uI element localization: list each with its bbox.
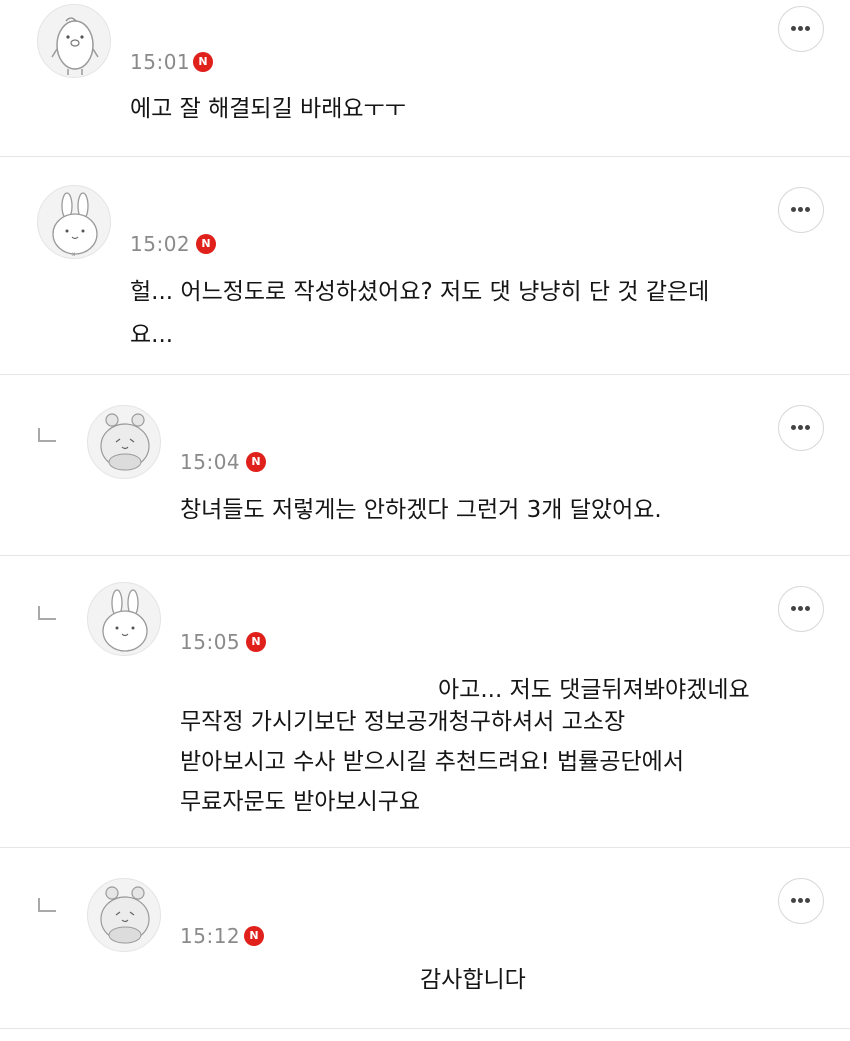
- comment-text: 헐... 어느정도로 작성하셨어요? 저도 댓 냥냥히 단 것 같은데: [130, 279, 710, 305]
- comment-text: 받아보시고 수사 받으시길 추천드려요! 법률공단에서: [180, 749, 684, 775]
- dot-icon: [791, 898, 796, 903]
- reply-item: 15:05 N 아고... 저도 댓글뒤져봐야겠네요 무작정 가시기보단 정보공…: [0, 556, 850, 848]
- more-options-button[interactable]: [778, 878, 824, 924]
- dot-icon: [798, 425, 803, 430]
- dot-icon: [791, 606, 796, 611]
- comment-text: 감사합니다: [420, 967, 526, 993]
- dot-icon: [798, 26, 803, 31]
- comment-text: 무작정 가시기보단 정보공개청구하셔서 고소장: [180, 709, 626, 735]
- comment-time: 15:02: [130, 232, 191, 256]
- dot-icon: [805, 207, 810, 212]
- dot-icon: [798, 606, 803, 611]
- rabbit-avatar-icon[interactable]: [87, 582, 161, 656]
- reply-arrow-icon: [38, 606, 56, 620]
- dot-icon: [805, 425, 810, 430]
- new-badge-icon: N: [244, 926, 264, 946]
- svg-text:x: x: [72, 251, 76, 258]
- more-options-button[interactable]: [778, 586, 824, 632]
- bear-avatar-icon[interactable]: [87, 878, 161, 952]
- comment-item: 15:01 N 에고 잘 해결되길 바래요ㅜㅜ: [0, 0, 850, 157]
- dot-icon: [791, 425, 796, 430]
- dot-icon: [791, 207, 796, 212]
- dot-icon: [805, 606, 810, 611]
- comment-text: 요...: [130, 322, 174, 348]
- reply-arrow-icon: [38, 898, 56, 912]
- comment-text: 에고 잘 해결되길 바래요ㅜㅜ: [130, 96, 406, 122]
- more-options-button[interactable]: [778, 405, 824, 451]
- comment-item: x 15:02 N 헐... 어느정도로 작성하셨어요? 저도 댓 냥냥히 단 …: [0, 157, 850, 375]
- new-badge-icon: N: [193, 52, 213, 72]
- comment-time: 15:05: [180, 630, 241, 654]
- penguin-avatar-icon[interactable]: [37, 4, 111, 78]
- more-options-button[interactable]: [778, 6, 824, 52]
- reply-arrow-icon: [38, 428, 56, 442]
- rabbit-avatar-icon[interactable]: x: [37, 185, 111, 259]
- comment-time: 15:12: [180, 924, 241, 948]
- reply-item: 15:12 N 감사합니다: [0, 848, 850, 1029]
- dot-icon: [798, 898, 803, 903]
- comment-text: 창녀들도 저렇게는 안하겠다 그런거 3개 달았어요.: [180, 497, 662, 523]
- new-badge-icon: N: [246, 632, 266, 652]
- dot-icon: [798, 207, 803, 212]
- dot-icon: [805, 898, 810, 903]
- dot-icon: [805, 26, 810, 31]
- comment-text: 무료자문도 받아보시구요: [180, 789, 421, 815]
- comment-time: 15:01: [130, 50, 191, 74]
- new-badge-icon: N: [196, 234, 216, 254]
- comment-time: 15:04: [180, 450, 241, 474]
- dot-icon: [791, 26, 796, 31]
- bear-avatar-icon[interactable]: [87, 405, 161, 479]
- more-options-button[interactable]: [778, 187, 824, 233]
- new-badge-icon: N: [246, 452, 266, 472]
- reply-item: 15:04 N 창녀들도 저렇게는 안하겠다 그런거 3개 달았어요.: [0, 375, 850, 556]
